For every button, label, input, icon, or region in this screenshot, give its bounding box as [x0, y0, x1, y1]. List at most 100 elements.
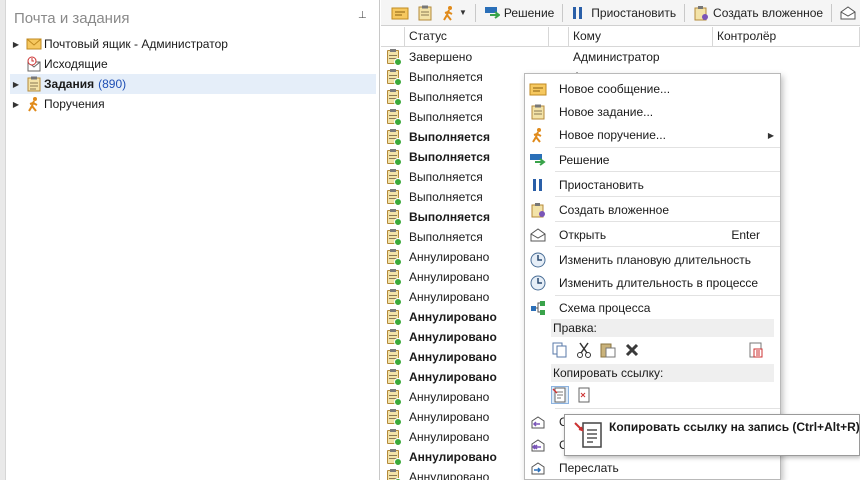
menu-item-label: Решение — [559, 153, 610, 167]
task-count-badge: (890) — [98, 77, 127, 91]
new-task-button[interactable] — [413, 2, 437, 24]
column-header-spacer[interactable] — [549, 27, 569, 47]
menu-separator — [555, 295, 780, 296]
menu-item-change-duration-in-process[interactable]: Изменить длительность в процессе — [525, 272, 780, 294]
new-message-icon — [529, 80, 547, 98]
task-status-icon — [381, 189, 405, 206]
tree-item-assignments[interactable]: ▶ Поручения — [10, 94, 376, 114]
clock-icon — [529, 251, 547, 269]
task-status-icon — [381, 369, 405, 386]
menu-item-pause[interactable]: Приостановить — [525, 174, 780, 196]
task-status-icon — [381, 249, 405, 266]
copy-record-link-icon — [573, 419, 605, 451]
decision-icon — [484, 6, 500, 19]
menu-separator — [555, 147, 780, 148]
tooltip-text: Копировать ссылку на запись (Ctrl+Alt+R) — [609, 420, 860, 434]
menu-item-label: Изменить длительность в процессе — [559, 276, 759, 290]
task-status-icon — [381, 169, 405, 186]
to-cell: Администратор — [573, 50, 660, 64]
menu-separator — [555, 196, 780, 197]
menu-item-label: Схема процесса — [559, 301, 651, 315]
expand-arrow-icon[interactable]: ▶ — [10, 100, 22, 109]
task-status-icon — [381, 109, 405, 126]
pause-label: Приостановить — [591, 5, 677, 20]
create-nested-button[interactable]: Создать вложенное — [689, 2, 827, 24]
toolbar: ▼ Решение Приостановить Создать вложенно… — [381, 0, 860, 26]
menu-item-create-nested[interactable]: Создать вложенное — [525, 199, 780, 221]
process-scheme-icon — [529, 299, 547, 317]
paste-icon[interactable] — [599, 341, 617, 359]
pause-icon — [573, 6, 583, 19]
submenu-arrow-icon: ▶ — [767, 130, 774, 140]
pin-icon[interactable]: ⊥ — [358, 10, 368, 24]
tree-item-tasks[interactable]: ▶ Задания (890) — [10, 74, 376, 94]
task-status-icon — [381, 329, 405, 346]
menu-item-decision[interactable]: Решение — [525, 149, 780, 171]
tree-item-mailbox[interactable]: ▶ Почтовый ящик - Администратор — [10, 34, 376, 54]
forward-icon — [529, 459, 547, 477]
reply-icon — [529, 413, 547, 431]
expand-arrow-icon[interactable]: ▶ — [10, 40, 22, 49]
column-header-status[interactable]: Статус — [405, 27, 549, 47]
task-status-icon — [381, 409, 405, 426]
table-row[interactable]: Завершено Администратор — [381, 47, 860, 67]
outbox-icon — [26, 56, 42, 72]
new-assignment-button[interactable]: ▼ — [437, 2, 471, 24]
new-message-icon — [391, 7, 409, 19]
edit-section-header: Правка: — [551, 319, 774, 337]
menu-item-label: Новое сообщение... — [559, 82, 671, 96]
decision-button[interactable]: Решение — [480, 2, 558, 24]
toolbar-separator — [562, 3, 564, 22]
copy-record-link-icon[interactable] — [551, 386, 569, 404]
menu-item-forward[interactable]: Переслать — [525, 457, 780, 479]
column-header-controller[interactable]: Контролёр — [713, 27, 860, 47]
menu-item-new-task[interactable]: Новое задание... — [525, 101, 780, 123]
delete-icon[interactable] — [623, 341, 641, 359]
left-splitter[interactable] — [0, 0, 6, 480]
tree-item-label: Задания — [44, 77, 95, 91]
reply-all-icon — [529, 436, 547, 454]
column-header-to[interactable]: Кому — [569, 27, 713, 47]
tree-item-outbox[interactable]: Исходящие — [10, 54, 376, 74]
edit-actions-row — [551, 340, 771, 360]
menu-item-change-planned-duration[interactable]: Изменить плановую длительность — [525, 249, 780, 271]
navigation-pane: Почта и задания ⊥ ▶ Почтовый ящик - Адми… — [0, 0, 380, 480]
task-status-icon — [381, 449, 405, 466]
tree-item-label: Поручения — [44, 97, 105, 111]
tree-item-label: Почтовый ящик - Администратор — [44, 37, 228, 51]
mailbox-icon — [26, 36, 42, 52]
chevron-down-icon[interactable]: ▼ — [459, 8, 467, 17]
copy-icon[interactable] — [551, 341, 569, 359]
toolbar-separator — [474, 3, 476, 22]
task-status-icon — [381, 129, 405, 146]
expand-arrow-icon[interactable]: ▶ — [10, 80, 22, 89]
column-header-icon[interactable] — [381, 27, 405, 47]
pause-button[interactable]: Приостановить — [567, 2, 680, 24]
menu-item-label: Изменить плановую длительность — [559, 253, 752, 267]
menu-item-process-scheme[interactable]: Схема процесса — [525, 297, 780, 319]
pane-title: Почта и задания — [14, 10, 130, 27]
menu-item-label: Открыть — [559, 228, 607, 242]
open-envelope-icon — [840, 5, 856, 19]
task-status-icon — [381, 69, 405, 86]
tooltip: Копировать ссылку на запись (Ctrl+Alt+R) — [564, 414, 860, 456]
menu-item-open[interactable]: Открыть Enter — [525, 224, 780, 246]
copy-link-actions-row — [551, 385, 599, 405]
assignment-icon — [529, 126, 547, 144]
open-envelope-icon — [529, 226, 547, 244]
new-task-icon — [529, 103, 547, 121]
task-status-icon — [381, 429, 405, 446]
cut-icon[interactable] — [575, 341, 593, 359]
copy-link-icon[interactable] — [575, 386, 593, 404]
properties-icon[interactable] — [747, 341, 765, 359]
task-status-icon — [381, 269, 405, 286]
grid-header: Статус Кому Контролёр — [381, 27, 860, 47]
assignment-icon — [443, 5, 453, 21]
open-button[interactable] — [836, 2, 860, 24]
menu-item-new-assignment[interactable]: Новое поручение... ▶ — [525, 124, 780, 146]
task-status-icon — [381, 469, 405, 480]
menu-item-label: Переслать — [559, 461, 619, 475]
menu-item-new-message[interactable]: Новое сообщение... — [525, 78, 780, 100]
new-message-button[interactable] — [387, 2, 413, 24]
menu-item-label: Создать вложенное — [559, 203, 670, 217]
